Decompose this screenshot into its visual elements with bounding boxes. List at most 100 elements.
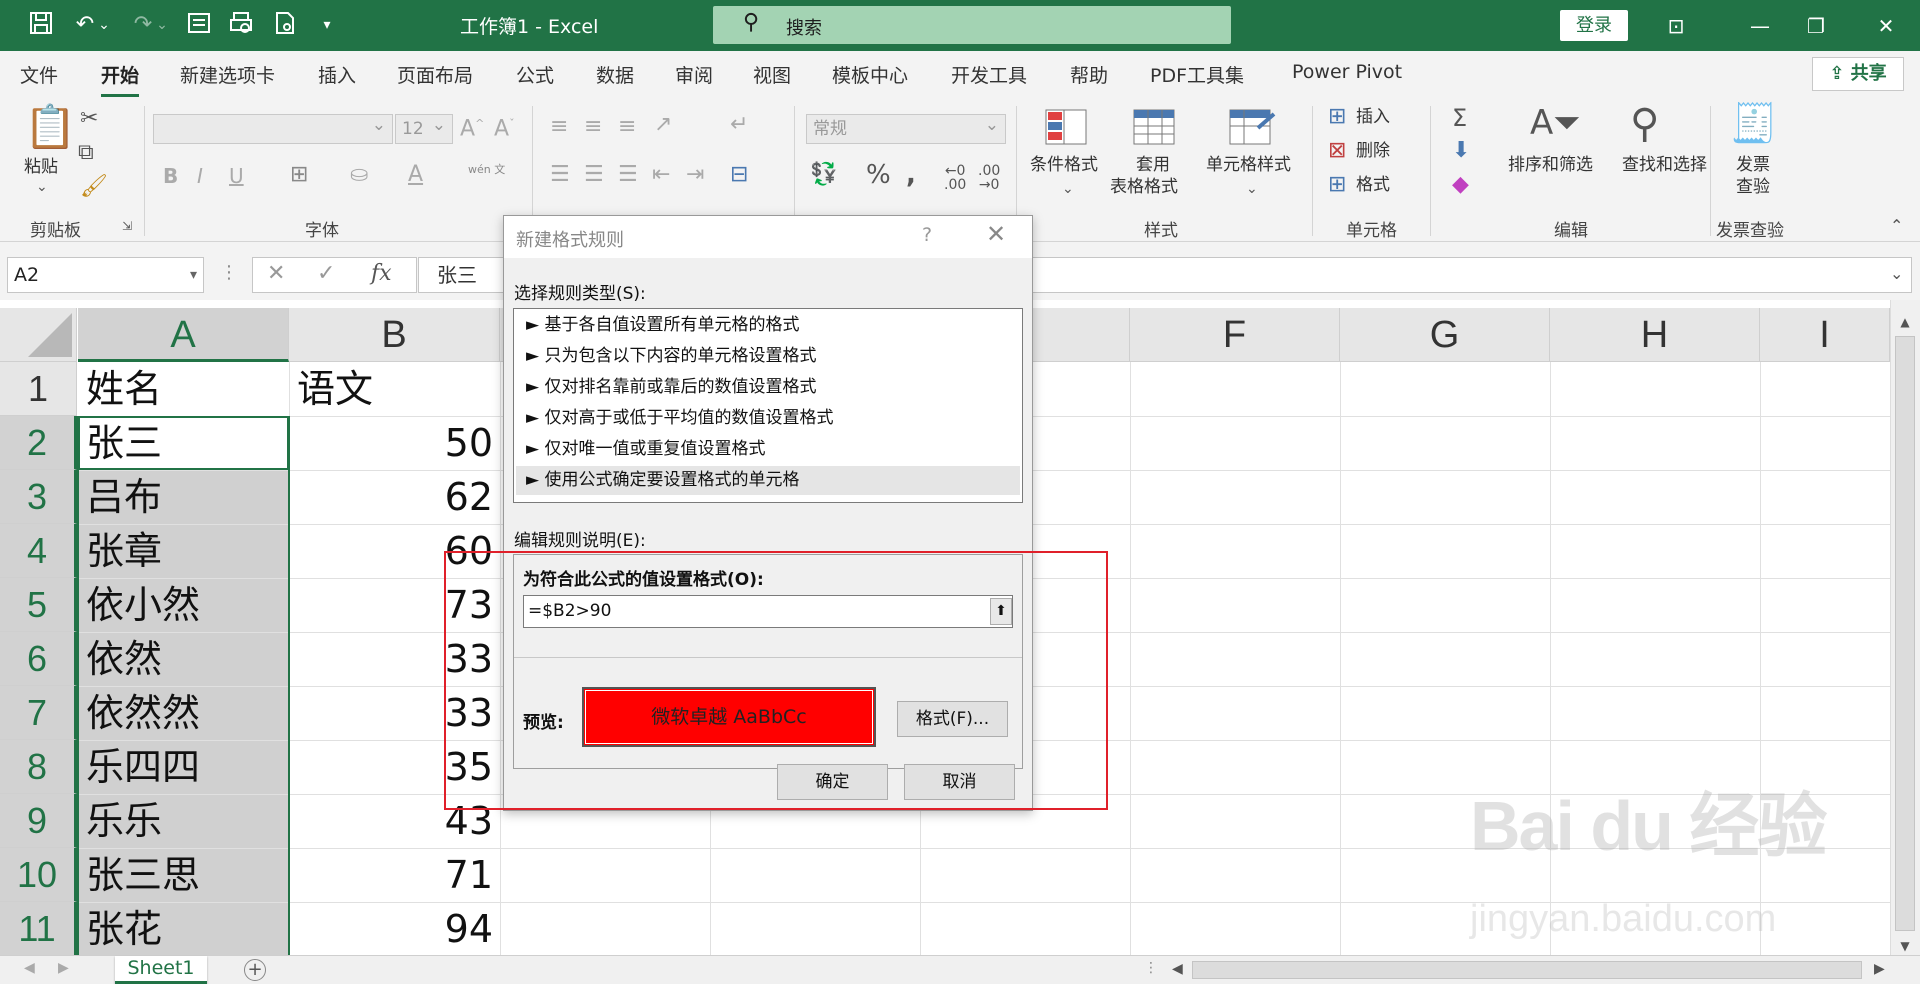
cell-a3[interactable]: 吕布 [78,470,288,524]
tab-insert[interactable]: 插入 [318,61,356,88]
tab-file[interactable]: 文件 [20,61,58,88]
row-header-11[interactable]: 11 [0,902,77,955]
cell-styles-icon[interactable] [1228,108,1276,151]
align-middle-icon[interactable]: ≡ [584,116,602,138]
row-header-1[interactable]: 1 [0,362,77,416]
phonetic-guide-icon[interactable]: wén 文 [468,164,505,176]
share-button[interactable]: ⇪ 共享 [1812,57,1904,91]
column-header-i[interactable]: I [1760,308,1890,362]
cell-styles-label[interactable]: 单元格样式 [1206,154,1291,176]
cancel-icon[interactable]: ✕ [267,261,285,286]
dialog-title-bar[interactable]: 新建格式规则 ? ✕ [504,216,1032,258]
cell-a11[interactable]: 张花 [78,902,288,955]
column-header-h[interactable]: H [1550,308,1760,362]
select-all-corner[interactable] [0,308,77,362]
rule-type-item[interactable]: ► 仅对唯一值或重复值设置格式 [516,435,1020,464]
row-header-8[interactable]: 8 [0,740,77,794]
merge-center-icon[interactable]: ⊟ [730,164,748,186]
fill-color-icon[interactable]: ⛀ [350,164,368,186]
row-header-10[interactable]: 10 [0,848,77,902]
bold-icon[interactable]: B [163,166,178,186]
invoice-check-label-2[interactable]: 查验 [1736,176,1770,198]
name-box[interactable]: A2 [7,257,204,293]
rule-type-list[interactable]: ► 基于各自值设置所有单元格的格式 ► 只为包含以下内容的单元格设置格式 ► 仅… [513,308,1023,503]
delete-cells-label[interactable]: 删除 [1356,140,1390,162]
format-cells-icon[interactable]: ⊞ [1328,174,1346,196]
tab-home[interactable]: 开始 [101,61,140,97]
paste-dropdown-icon[interactable]: ⌄ [36,180,48,194]
cut-icon[interactable]: ✂ [80,108,98,130]
font-size-combo[interactable]: 12 [395,111,453,144]
tab-template-center[interactable]: 模板中心 [832,61,908,88]
clipboard-launcher-icon[interactable]: ⇲ [122,220,132,232]
tab-review[interactable]: 审阅 [675,61,713,88]
accounting-format-icon[interactable]: 💱 [810,164,837,186]
form-icon[interactable] [184,10,214,40]
cell-b1[interactable]: 语文 [289,362,499,416]
fill-icon[interactable]: ⬇ [1452,140,1470,162]
paste-label[interactable]: 粘贴 [24,156,58,178]
cell-b2[interactable]: 50 [289,416,499,470]
align-left-icon[interactable]: ☰ [550,164,570,186]
cell-b11[interactable]: 94 [289,902,499,955]
undo-dropdown-icon[interactable]: ⌄ [96,10,112,40]
rule-type-item[interactable]: ► 基于各自值设置所有单元格的格式 [516,311,1020,340]
italic-icon[interactable]: I [197,166,203,186]
horizontal-scrollbar[interactable]: ◀ ▶ [1168,959,1890,981]
cell-b10[interactable]: 71 [289,848,499,902]
tab-formulas[interactable]: 公式 [516,61,554,88]
cell-styles-dropdown-icon[interactable]: ⌄ [1246,182,1258,196]
increase-decimal-icon[interactable]: ←0.00 [944,164,966,192]
tab-view[interactable]: 视图 [753,61,791,88]
add-sheet-icon[interactable]: + [244,959,266,981]
delete-cells-icon[interactable]: ⊠ [1328,140,1346,162]
row-header-9[interactable]: 9 [0,794,77,848]
expand-formula-icon[interactable]: ⌄ [1890,266,1903,282]
scroll-left-icon[interactable]: ◀ [1172,961,1183,977]
increase-indent-icon[interactable]: ⇥ [686,164,704,186]
cell-a6[interactable]: 依然 [78,632,288,686]
find-select-label[interactable]: 查找和选择 [1622,154,1707,176]
clear-icon[interactable]: ◆ [1452,174,1469,196]
collapse-ribbon-icon[interactable]: ⌃ [1890,218,1903,234]
format-as-table-label-2[interactable]: 表格格式 [1110,176,1178,198]
align-center-icon[interactable]: ☰ [584,164,604,186]
rule-type-item[interactable]: ► 只为包含以下内容的单元格设置格式 [516,342,1020,371]
align-bottom-icon[interactable]: ≡ [618,116,636,138]
cell-a5[interactable]: 依小然 [78,578,288,632]
tab-developer[interactable]: 开发工具 [951,61,1027,88]
column-header-g[interactable]: G [1340,308,1550,362]
vertical-scrollbar[interactable]: ▲ ▼ [1890,300,1920,955]
search-box[interactable]: ⚲ 搜索 [713,6,1231,44]
row-header-6[interactable]: 6 [0,632,77,686]
borders-icon[interactable]: ⊞ [290,164,308,186]
row-header-7[interactable]: 7 [0,686,77,740]
insert-cells-icon[interactable]: ⊞ [1328,106,1346,128]
login-button[interactable]: 登录 [1560,10,1628,41]
align-top-icon[interactable]: ≡ [550,116,568,138]
close-icon[interactable]: ✕ [986,220,1006,248]
cell-a2[interactable]: 张三 [78,416,288,470]
row-header-4[interactable]: 4 [0,524,77,578]
percent-icon[interactable]: % [866,162,891,188]
tab-help[interactable]: 帮助 [1070,61,1108,88]
row-header-3[interactable]: 3 [0,470,77,524]
enter-icon[interactable]: ✓ [317,261,335,286]
save-icon[interactable] [26,10,56,40]
next-sheet-icon[interactable]: ▶ [58,960,69,976]
invoice-check-label-1[interactable]: 发票 [1736,154,1770,176]
number-format-combo[interactable]: 常规 [806,111,1006,144]
sort-filter-label[interactable]: 排序和筛选 [1508,154,1593,176]
cell-a9[interactable]: 乐乐 [78,794,288,848]
redo-dropdown-icon[interactable]: ⌄ [154,10,170,40]
comma-style-icon[interactable]: , [906,162,916,188]
row-header-2[interactable]: 2 [0,416,77,470]
minimize-icon[interactable]: — [1740,12,1780,40]
autosum-icon[interactable]: Σ [1452,106,1467,130]
cell-a8[interactable]: 乐四四 [78,740,288,794]
column-header-f[interactable]: F [1130,308,1340,362]
sort-filter-icon[interactable]: A⏷ [1530,106,1580,140]
prev-sheet-icon[interactable]: ◀ [24,960,35,976]
decrease-decimal-icon[interactable]: .00 →0 [978,164,1000,192]
conditional-format-label[interactable]: 条件格式 [1030,154,1098,176]
